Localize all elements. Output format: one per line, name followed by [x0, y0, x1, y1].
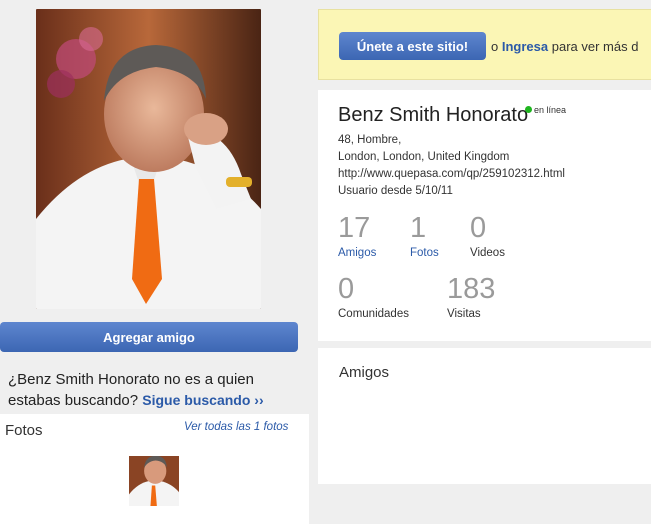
login-link[interactable]: Ingresa	[502, 39, 548, 54]
stat-photos-value: 1	[410, 212, 427, 244]
join-suffix-text: para ver más d	[551, 39, 639, 54]
keep-searching-link[interactable]: Sigue buscando ››	[142, 392, 263, 408]
join-site-label: Únete a este sitio!	[356, 38, 469, 54]
profile-member-since: Usuario desde 5/10/11	[338, 185, 453, 197]
stat-videos: 0 Videos	[470, 212, 505, 260]
not-who-notice: ¿Benz Smith Honorato no es a quien estab…	[8, 369, 308, 411]
photo-thumbnail-image	[129, 456, 179, 506]
stat-visits-value: 183	[447, 273, 496, 305]
join-notice-text: o Ingresa para ver más d	[491, 39, 638, 54]
stat-photos-label[interactable]: Fotos	[410, 247, 439, 259]
add-friend-label: Agregar amigo	[103, 329, 195, 345]
stat-videos-value: 0	[470, 212, 487, 244]
add-friend-button[interactable]: Agregar amigo	[0, 322, 298, 352]
online-dot-icon	[525, 106, 532, 113]
profile-photo-image	[36, 9, 261, 309]
stat-friends[interactable]: 17 Amigos	[338, 212, 376, 260]
join-or-text: o	[491, 39, 499, 54]
profile-url: http://www.quepasa.com/qp/259102312.html	[338, 168, 565, 180]
stat-visits-label: Visitas	[447, 308, 481, 320]
photos-title: Fotos	[5, 422, 43, 439]
stat-communities: 0 Comunidades	[338, 273, 409, 321]
stat-videos-label: Videos	[470, 247, 505, 259]
friends-title: Amigos	[339, 364, 390, 381]
online-status-label: en línea	[534, 105, 567, 115]
join-site-button[interactable]: Únete a este sitio!	[339, 32, 486, 60]
stat-friends-value: 17	[338, 212, 371, 244]
stat-friends-label[interactable]: Amigos	[338, 247, 376, 259]
profile-location: London, London, United Kingdom	[338, 151, 510, 163]
profile-photo[interactable]	[36, 9, 261, 309]
stat-communities-value: 0	[338, 273, 355, 305]
profile-details: 48, Hombre,	[338, 134, 402, 146]
stat-visits: 183 Visitas	[447, 273, 496, 321]
photo-thumbnail[interactable]	[129, 456, 179, 506]
stat-photos[interactable]: 1 Fotos	[410, 212, 439, 260]
see-all-photos-link[interactable]: Ver todas las 1 fotos	[184, 421, 288, 433]
stat-communities-label: Comunidades	[338, 308, 409, 320]
online-status: en línea	[525, 105, 566, 115]
profile-name: Benz Smith Honorato	[338, 104, 529, 126]
